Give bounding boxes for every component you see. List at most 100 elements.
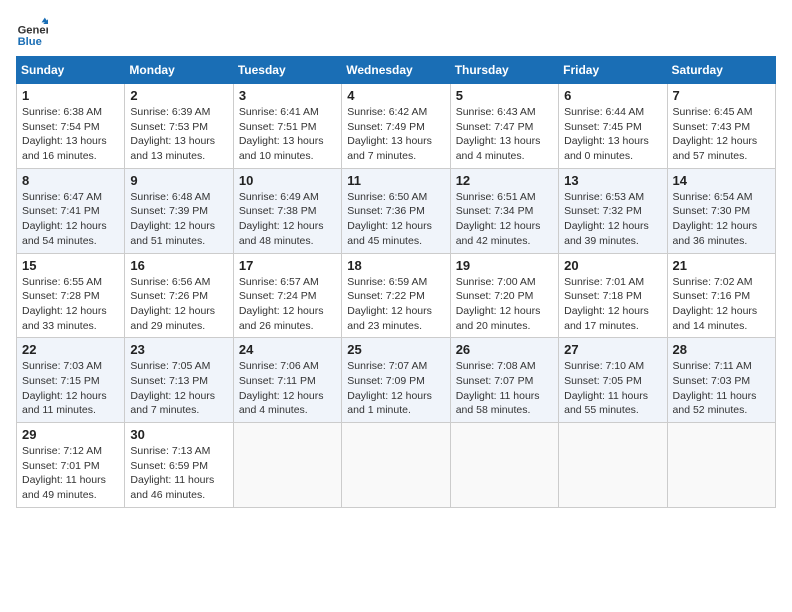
day-number: 25: [347, 342, 444, 357]
calendar-cell: [233, 423, 341, 508]
day-number: 30: [130, 427, 227, 442]
calendar-week-row: 15 Sunrise: 6:55 AMSunset: 7:28 PMDayligh…: [17, 253, 776, 338]
day-number: 27: [564, 342, 661, 357]
calendar-cell: 8 Sunrise: 6:47 AMSunset: 7:41 PMDaylight…: [17, 168, 125, 253]
svg-text:General: General: [18, 25, 48, 37]
day-number: 10: [239, 173, 336, 188]
calendar-week-row: 22Sunrise: 7:03 AMSunset: 7:15 PMDayligh…: [17, 338, 776, 423]
day-number: 28: [673, 342, 770, 357]
logo-icon: General Blue: [16, 16, 48, 48]
day-number: 5: [456, 88, 553, 103]
col-header-friday: Friday: [559, 57, 667, 84]
calendar-cell: 29 Sunrise: 7:12 AMSunset: 7:01 PMDayligh…: [17, 423, 125, 508]
calendar-cell: 10 Sunrise: 6:49 AMSunset: 7:38 PMDayligh…: [233, 168, 341, 253]
page-header: General Blue: [16, 16, 776, 48]
col-header-monday: Monday: [125, 57, 233, 84]
calendar-cell: 16 Sunrise: 6:56 AMSunset: 7:26 PMDayligh…: [125, 253, 233, 338]
day-info: Sunrise: 7:10 AMSunset: 7:05 PMDaylight:…: [564, 359, 661, 418]
day-info: Sunrise: 6:47 AMSunset: 7:41 PMDaylight:…: [22, 190, 119, 249]
day-number: 21: [673, 258, 770, 273]
day-info: Sunrise: 6:54 AMSunset: 7:30 PMDaylight:…: [673, 190, 770, 249]
calendar-cell: [450, 423, 558, 508]
calendar-cell: 17 Sunrise: 6:57 AMSunset: 7:24 PMDayligh…: [233, 253, 341, 338]
day-info: Sunrise: 7:12 AMSunset: 7:01 PMDaylight:…: [22, 444, 119, 503]
calendar-cell: 2Sunrise: 6:39 AMSunset: 7:53 PMDaylight…: [125, 84, 233, 169]
col-header-tuesday: Tuesday: [233, 57, 341, 84]
day-number: 15: [22, 258, 119, 273]
day-info: Sunrise: 6:57 AMSunset: 7:24 PMDaylight:…: [239, 275, 336, 334]
calendar-header-row: SundayMondayTuesdayWednesdayThursdayFrid…: [17, 57, 776, 84]
day-info: Sunrise: 6:43 AMSunset: 7:47 PMDaylight:…: [456, 105, 553, 164]
calendar-cell: 24 Sunrise: 7:06 AMSunset: 7:11 PMDayligh…: [233, 338, 341, 423]
calendar-table: SundayMondayTuesdayWednesdayThursdayFrid…: [16, 56, 776, 508]
day-number: 7: [673, 88, 770, 103]
day-info: Sunrise: 7:06 AMSunset: 7:11 PMDaylight:…: [239, 359, 336, 418]
calendar-cell: 4Sunrise: 6:42 AMSunset: 7:49 PMDaylight…: [342, 84, 450, 169]
col-header-saturday: Saturday: [667, 57, 775, 84]
day-info: Sunrise: 6:44 AMSunset: 7:45 PMDaylight:…: [564, 105, 661, 164]
calendar-cell: 25 Sunrise: 7:07 AMSunset: 7:09 PMDayligh…: [342, 338, 450, 423]
day-number: 3: [239, 88, 336, 103]
calendar-cell: 21 Sunrise: 7:02 AMSunset: 7:16 PMDayligh…: [667, 253, 775, 338]
day-number: 14: [673, 173, 770, 188]
day-info: Sunrise: 7:03 AMSunset: 7:15 PMDaylight:…: [22, 359, 119, 418]
day-info: Sunrise: 6:42 AMSunset: 7:49 PMDaylight:…: [347, 105, 444, 164]
calendar-cell: [342, 423, 450, 508]
calendar-week-row: 1Sunrise: 6:38 AMSunset: 7:54 PMDaylight…: [17, 84, 776, 169]
logo: General Blue: [16, 16, 48, 48]
day-number: 2: [130, 88, 227, 103]
day-number: 12: [456, 173, 553, 188]
day-number: 26: [456, 342, 553, 357]
calendar-cell: 20Sunrise: 7:01 AMSunset: 7:18 PMDayligh…: [559, 253, 667, 338]
day-number: 11: [347, 173, 444, 188]
calendar-cell: 3 Sunrise: 6:41 AMSunset: 7:51 PMDaylight…: [233, 84, 341, 169]
day-info: Sunrise: 7:07 AMSunset: 7:09 PMDaylight:…: [347, 359, 444, 418]
calendar-cell: 9 Sunrise: 6:48 AMSunset: 7:39 PMDaylight…: [125, 168, 233, 253]
day-info: Sunrise: 6:51 AMSunset: 7:34 PMDaylight:…: [456, 190, 553, 249]
day-info: Sunrise: 6:41 AMSunset: 7:51 PMDaylight:…: [239, 105, 336, 164]
day-number: 16: [130, 258, 227, 273]
day-number: 23: [130, 342, 227, 357]
day-info: Sunrise: 6:45 AMSunset: 7:43 PMDaylight:…: [673, 105, 770, 164]
day-info: Sunrise: 6:50 AMSunset: 7:36 PMDaylight:…: [347, 190, 444, 249]
day-info: Sunrise: 6:49 AMSunset: 7:38 PMDaylight:…: [239, 190, 336, 249]
calendar-cell: 5 Sunrise: 6:43 AMSunset: 7:47 PMDaylight…: [450, 84, 558, 169]
day-number: 24: [239, 342, 336, 357]
day-number: 17: [239, 258, 336, 273]
day-info: Sunrise: 6:56 AMSunset: 7:26 PMDaylight:…: [130, 275, 227, 334]
calendar-cell: 23 Sunrise: 7:05 AMSunset: 7:13 PMDayligh…: [125, 338, 233, 423]
calendar-cell: 12 Sunrise: 6:51 AMSunset: 7:34 PMDayligh…: [450, 168, 558, 253]
day-number: 9: [130, 173, 227, 188]
calendar-cell: 18 Sunrise: 6:59 AMSunset: 7:22 PMDayligh…: [342, 253, 450, 338]
svg-text:Blue: Blue: [18, 36, 42, 48]
calendar-cell: [667, 423, 775, 508]
day-info: Sunrise: 7:08 AMSunset: 7:07 PMDaylight:…: [456, 359, 553, 418]
day-info: Sunrise: 7:11 AMSunset: 7:03 PMDaylight:…: [673, 359, 770, 418]
calendar-cell: 7 Sunrise: 6:45 AMSunset: 7:43 PMDaylight…: [667, 84, 775, 169]
day-info: Sunrise: 7:05 AMSunset: 7:13 PMDaylight:…: [130, 359, 227, 418]
day-number: 1: [22, 88, 119, 103]
calendar-cell: 15 Sunrise: 6:55 AMSunset: 7:28 PMDayligh…: [17, 253, 125, 338]
day-number: 6: [564, 88, 661, 103]
day-info: Sunrise: 7:00 AMSunset: 7:20 PMDaylight:…: [456, 275, 553, 334]
day-info: Sunrise: 6:59 AMSunset: 7:22 PMDaylight:…: [347, 275, 444, 334]
day-info: Sunrise: 6:55 AMSunset: 7:28 PMDaylight:…: [22, 275, 119, 334]
calendar-cell: [559, 423, 667, 508]
day-number: 19: [456, 258, 553, 273]
calendar-cell: 22Sunrise: 7:03 AMSunset: 7:15 PMDayligh…: [17, 338, 125, 423]
calendar-cell: 19 Sunrise: 7:00 AMSunset: 7:20 PMDayligh…: [450, 253, 558, 338]
col-header-wednesday: Wednesday: [342, 57, 450, 84]
col-header-sunday: Sunday: [17, 57, 125, 84]
day-number: 8: [22, 173, 119, 188]
day-info: Sunrise: 7:01 AMSunset: 7:18 PMDaylight:…: [564, 275, 661, 334]
calendar-cell: 26 Sunrise: 7:08 AMSunset: 7:07 PMDayligh…: [450, 338, 558, 423]
day-number: 29: [22, 427, 119, 442]
calendar-cell: 14 Sunrise: 6:54 AMSunset: 7:30 PMDayligh…: [667, 168, 775, 253]
calendar-cell: 28 Sunrise: 7:11 AMSunset: 7:03 PMDayligh…: [667, 338, 775, 423]
calendar-week-row: 8 Sunrise: 6:47 AMSunset: 7:41 PMDaylight…: [17, 168, 776, 253]
day-number: 18: [347, 258, 444, 273]
calendar-cell: 27 Sunrise: 7:10 AMSunset: 7:05 PMDayligh…: [559, 338, 667, 423]
col-header-thursday: Thursday: [450, 57, 558, 84]
day-info: Sunrise: 7:02 AMSunset: 7:16 PMDaylight:…: [673, 275, 770, 334]
day-info: Sunrise: 6:48 AMSunset: 7:39 PMDaylight:…: [130, 190, 227, 249]
